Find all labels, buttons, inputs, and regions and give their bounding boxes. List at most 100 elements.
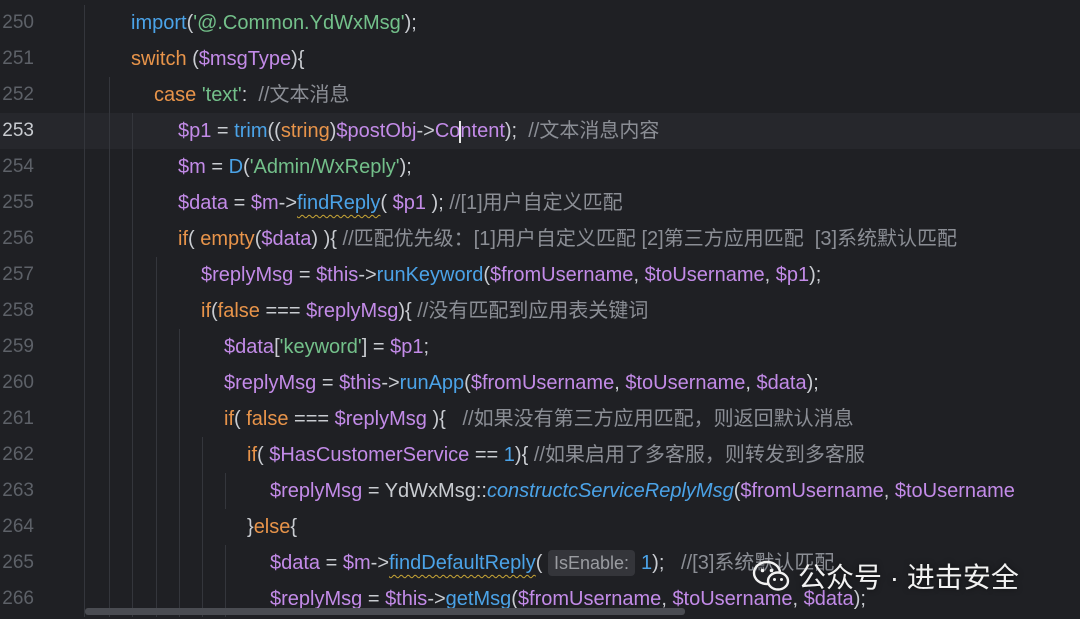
indent-guide (84, 257, 85, 293)
indent-guide (179, 329, 180, 365)
code-line[interactable]: 253 $p1 = trim((string)$postObj->Content)… (0, 113, 1080, 149)
code-text[interactable]: import('@.Common.YdWxMsg'); (131, 5, 417, 41)
line-number: 261 (2, 408, 34, 429)
indent-guide (202, 473, 203, 509)
code-line[interactable]: 264 }else{ (0, 509, 1080, 545)
line-number: 262 (2, 444, 34, 465)
watermark-text: 公众号 · 进击安全 (798, 562, 1019, 593)
indent-guide (132, 185, 133, 221)
indent-guide (84, 149, 85, 185)
code-line[interactable]: 262 if( $HasCustomerService == 1){ //如果启用… (0, 437, 1080, 473)
indent-guide (225, 545, 226, 581)
indent-guide (202, 509, 203, 545)
indent-guide (109, 545, 110, 581)
line-number: 259 (2, 336, 34, 357)
indent-guide (84, 509, 85, 545)
indent-guide (202, 437, 203, 473)
indent-guide (109, 401, 110, 437)
indent-guide (109, 257, 110, 293)
indent-guide (109, 185, 110, 221)
line-number: 266 (2, 588, 34, 609)
code-line[interactable]: 251 switch ($msgType){ (0, 41, 1080, 77)
line-number: 263 (2, 480, 34, 501)
code-line[interactable]: 255 $data = $m->findReply( $p1 ); //[1]用户… (0, 185, 1080, 221)
indent-guide (132, 473, 133, 509)
code-line[interactable]: 254 $m = D('Admin/WxReply'); (0, 149, 1080, 185)
indent-guide (132, 221, 133, 257)
code-text[interactable]: if( empty($data) ){ //匹配优先级：[1]用户自定义匹配 [… (178, 221, 957, 257)
indent-guide (202, 545, 203, 581)
indent-guide (156, 365, 157, 401)
line-number: 251 (2, 48, 34, 69)
code-text[interactable]: $replyMsg = $this->runKeyword($fromUsern… (201, 257, 821, 293)
code-line[interactable]: 250 import('@.Common.YdWxMsg'); (0, 5, 1080, 41)
code-text[interactable]: case 'text': //文本消息 (154, 77, 349, 113)
indent-guide (156, 545, 157, 581)
indent-guide (109, 473, 110, 509)
indent-guide (132, 149, 133, 185)
parameter-hint: IsEnable: (547, 550, 636, 576)
indent-guide (84, 293, 85, 329)
indent-guide (84, 473, 85, 509)
indent-guide (132, 545, 133, 581)
indent-guide (109, 221, 110, 257)
line-number: 260 (2, 372, 34, 393)
watermark: 公众号 · 进击安全 (752, 556, 1019, 596)
code-line[interactable]: 252 case 'text': //文本消息 (0, 77, 1080, 113)
code-text[interactable]: $m = D('Admin/WxReply'); (178, 149, 412, 185)
code-line[interactable]: 256 if( empty($data) ){ //匹配优先级：[1]用户自定义匹… (0, 221, 1080, 257)
indent-guide (84, 545, 85, 581)
code-line[interactable]: 263 $replyMsg = YdWxMsg::constructcServic… (0, 473, 1080, 509)
code-line[interactable]: 261 if( false === $replyMsg ){ //如果没有第三方应… (0, 401, 1080, 437)
line-number: 264 (2, 516, 34, 537)
horizontal-scrollbar[interactable] (85, 608, 685, 615)
code-line[interactable]: 258 if(false === $replyMsg){ //没有匹配到应用表关键… (0, 293, 1080, 329)
indent-guide (84, 41, 85, 77)
indent-guide (156, 401, 157, 437)
indent-guide (84, 113, 85, 149)
indent-guide (156, 473, 157, 509)
indent-guide (109, 113, 110, 149)
indent-guide (132, 113, 133, 149)
line-number: 254 (2, 156, 34, 177)
indent-guide (84, 185, 85, 221)
indent-guide (132, 329, 133, 365)
indent-guide (179, 473, 180, 509)
indent-guide (84, 437, 85, 473)
code-text[interactable]: }else{ (247, 509, 297, 545)
indent-guide (225, 473, 226, 509)
code-text[interactable]: $replyMsg = YdWxMsg::constructcServiceRe… (270, 473, 1015, 509)
indent-guide (179, 509, 180, 545)
code-line[interactable]: 259 $data['keyword'] = $p1; (0, 329, 1080, 365)
indent-guide (156, 509, 157, 545)
indent-guide (84, 221, 85, 257)
code-text[interactable]: $replyMsg = $this->runApp($fromUsername,… (224, 365, 819, 401)
indent-guide (132, 509, 133, 545)
indent-guide (179, 365, 180, 401)
line-number: 258 (2, 300, 34, 321)
line-number: 255 (2, 192, 34, 213)
line-number: 256 (2, 228, 34, 249)
code-editor[interactable]: 250 import('@.Common.YdWxMsg'); 251 switch … (0, 0, 1080, 619)
code-text[interactable]: switch ($msgType){ (131, 41, 304, 77)
code-text[interactable]: if(false === $replyMsg){ //没有匹配到应用表关键词 (201, 293, 648, 329)
indent-guide (84, 401, 85, 437)
indent-guide (156, 257, 157, 293)
code-line[interactable]: 257 $replyMsg = $this->runKeyword($fromUs… (0, 257, 1080, 293)
indent-guide (84, 329, 85, 365)
code-text[interactable]: $data = $m->findDefaultReply( IsEnable: 1… (270, 545, 834, 581)
indent-guide (109, 149, 110, 185)
indent-guide (179, 437, 180, 473)
code-text[interactable]: if( $HasCustomerService == 1){ //如果启用了多客… (247, 437, 865, 473)
indent-guide (84, 5, 85, 41)
code-line[interactable]: 260 $replyMsg = $this->runApp($fromUserna… (0, 365, 1080, 401)
code-text[interactable]: $data['keyword'] = $p1; (224, 329, 429, 365)
indent-guide (109, 329, 110, 365)
code-text[interactable]: if( false === $replyMsg ){ //如果没有第三方应用匹配… (224, 401, 854, 437)
indent-guide (179, 545, 180, 581)
indent-guide (132, 257, 133, 293)
code-text[interactable]: $p1 = trim((string)$postObj->Content); /… (178, 113, 659, 149)
indent-guide (179, 401, 180, 437)
code-text[interactable]: $data = $m->findReply( $p1 ); //[1]用户自定义… (178, 185, 623, 221)
indent-guide (132, 293, 133, 329)
